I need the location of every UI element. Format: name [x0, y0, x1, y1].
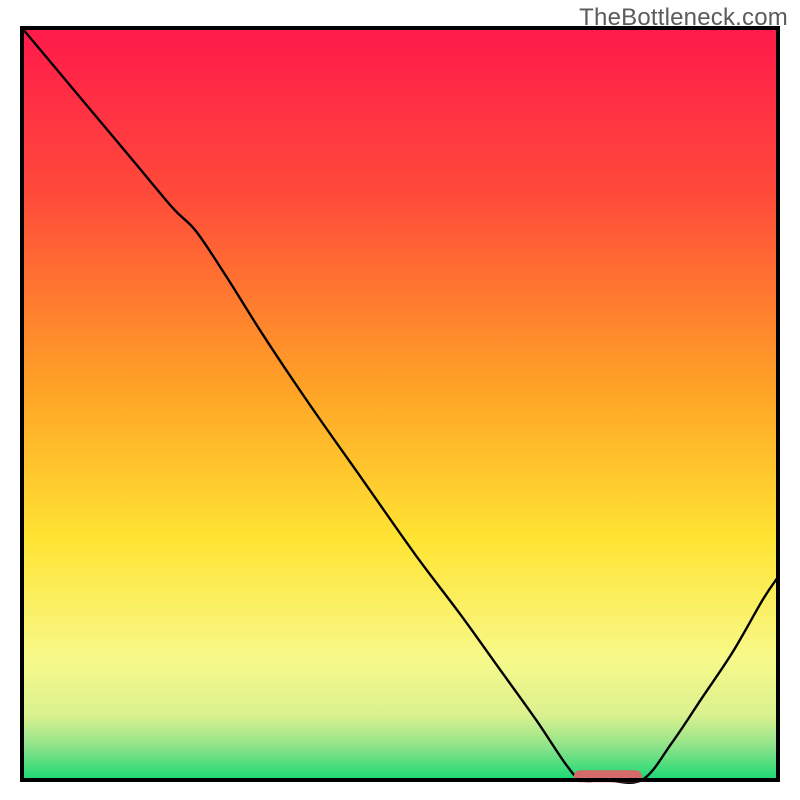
bottleneck-chart — [0, 0, 800, 800]
chart-container: TheBottleneck.com — [0, 0, 800, 800]
gradient-background — [22, 28, 778, 780]
